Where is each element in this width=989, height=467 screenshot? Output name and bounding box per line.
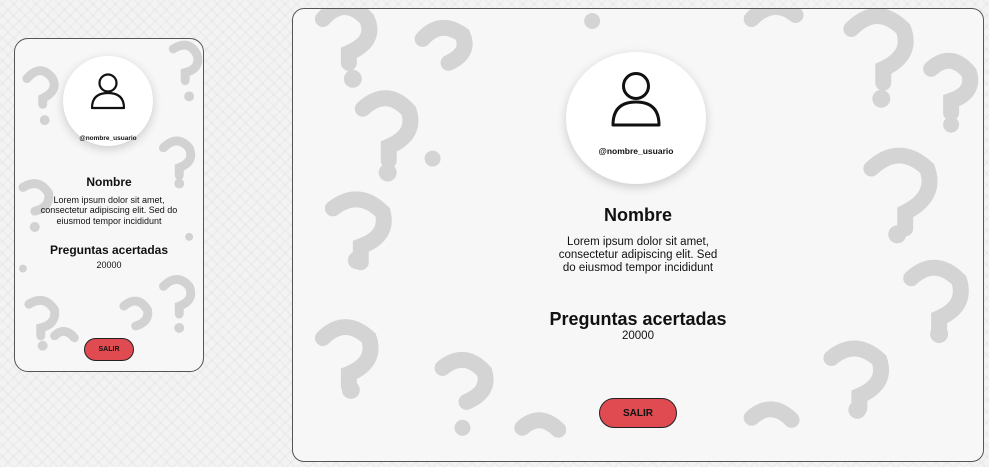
desktop-profile-frame: @nombre_usuario Nombre Lorem ipsum dolor… [292, 8, 984, 462]
username: @nombre_usuario [598, 146, 674, 156]
profile-description: Lorem ipsum dolor sit amet, consectetur … [40, 195, 178, 226]
avatar-card: @nombre_usuario [566, 52, 706, 184]
desktop-profile-content: @nombre_usuario Nombre Lorem ipsum dolor… [293, 9, 983, 461]
avatar-card: @nombre_usuario [63, 56, 153, 146]
mobile-profile-frame: @nombre_usuario Nombre Lorem ipsum dolor… [14, 38, 204, 372]
user-icon [90, 73, 126, 110]
profile-name: Nombre [86, 175, 132, 189]
user-icon [611, 72, 661, 127]
score-title: Preguntas acertadas [549, 309, 727, 329]
profile-description: Lorem ipsum dolor sit amet, consectetur … [558, 236, 718, 275]
score-value: 20000 [96, 260, 122, 270]
logout-button[interactable]: SALIR [84, 338, 134, 361]
profile-name: Nombre [603, 205, 672, 225]
score-value: 20000 [622, 330, 654, 342]
mobile-profile-content: @nombre_usuario Nombre Lorem ipsum dolor… [15, 39, 203, 371]
logout-button[interactable]: SALIR [599, 398, 677, 428]
username: @nombre_usuario [79, 135, 137, 142]
score-title: Preguntas acertadas [49, 243, 169, 257]
